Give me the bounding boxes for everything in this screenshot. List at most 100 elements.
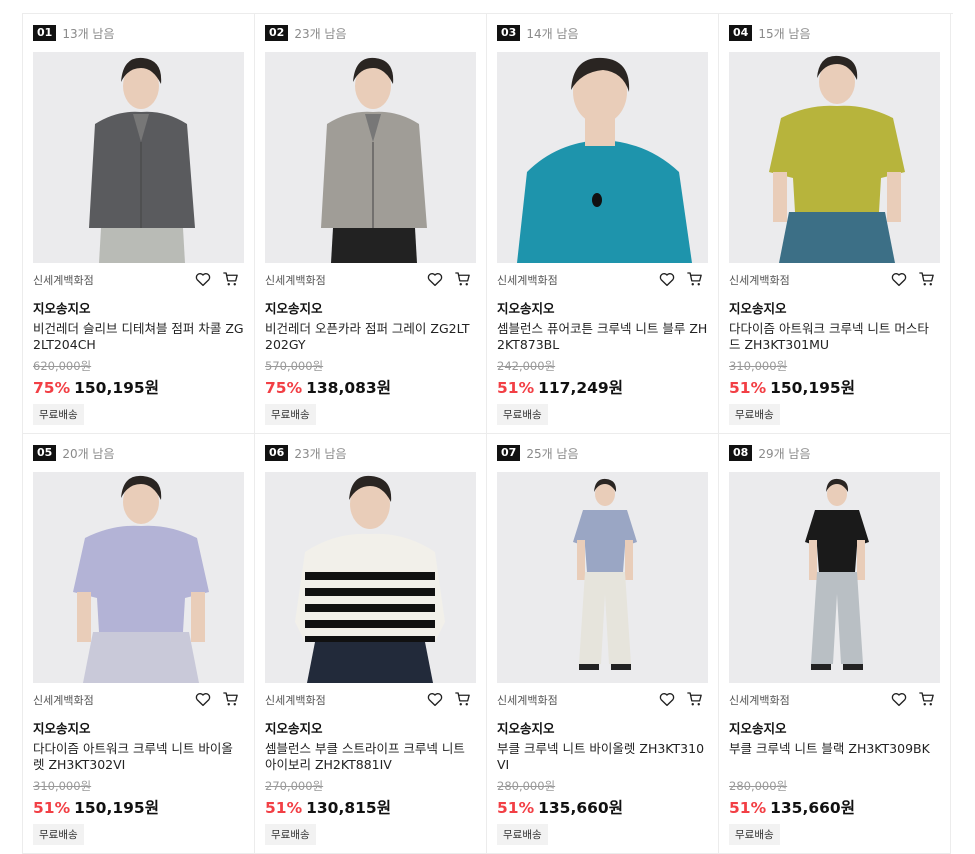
heart-icon[interactable] (890, 270, 908, 288)
product-actions (658, 270, 704, 288)
product-card-01[interactable]: 01 13개 남음 신세계백화점 지오송지오 비건레더 슬리브 디테쳐블 점퍼 … (23, 14, 255, 434)
product-name[interactable]: 다다이즘 아트워크 크루넥 니트 바이올렛 ZH3KT302VI (33, 741, 244, 773)
product-actions (890, 690, 936, 708)
brand-name: 지오송지오 (497, 301, 555, 316)
original-price: 620,000원 (33, 359, 92, 373)
heart-icon[interactable] (194, 690, 212, 708)
product-image[interactable] (33, 52, 244, 263)
product-actions (426, 690, 472, 708)
rank-row: 07 25개 남음 (497, 434, 708, 472)
product-image[interactable] (497, 52, 708, 263)
product-grid: 01 13개 남음 신세계백화점 지오송지오 비건레더 슬리브 디테쳐블 점퍼 … (22, 13, 953, 854)
product-image[interactable] (265, 52, 476, 263)
product-image[interactable] (729, 52, 940, 263)
discount-rate: 51% (497, 799, 535, 817)
product-meta: 신세계백화점 (729, 683, 940, 717)
original-price: 280,000원 (497, 779, 556, 793)
price-row: 51% 150,195원 (729, 376, 940, 398)
free-shipping-badge: 무료배송 (33, 404, 84, 425)
heart-icon[interactable] (658, 270, 676, 288)
sale-price: 150,195원 (770, 379, 855, 397)
stock-remaining: 13개 남음 (62, 26, 115, 41)
heart-icon[interactable] (426, 690, 444, 708)
stock-remaining: 20개 남음 (62, 446, 115, 461)
cart-icon[interactable] (222, 690, 240, 708)
sale-price: 135,660원 (538, 799, 623, 817)
cart-icon[interactable] (454, 270, 472, 288)
product-image[interactable] (497, 472, 708, 683)
product-name[interactable]: 비건레더 오픈카라 점퍼 그레이 ZG2LT202GY (265, 321, 476, 353)
product-card-04[interactable]: 04 15개 남음 신세계백화점 지오송지오 다다이즘 아트워크 크루넥 니트 … (719, 14, 951, 434)
stock-remaining: 15개 남음 (758, 26, 811, 41)
price-row: 51% 130,815원 (265, 796, 476, 818)
store-name: 신세계백화점 (729, 274, 790, 287)
price-row: 75% 138,083원 (265, 376, 476, 398)
store-name: 신세계백화점 (265, 694, 326, 707)
cart-icon[interactable] (686, 690, 704, 708)
price-row: 51% 135,660원 (497, 796, 708, 818)
product-meta: 신세계백화점 (497, 263, 708, 297)
rank-row: 04 15개 남음 (729, 14, 940, 52)
rank-badge: 05 (33, 445, 57, 461)
product-meta: 신세계백화점 (33, 683, 244, 717)
product-name[interactable]: 부클 크루넥 니트 바이올렛 ZH3KT310VI (497, 741, 708, 773)
heart-icon[interactable] (426, 270, 444, 288)
sale-price: 130,815원 (306, 799, 391, 817)
product-card-02[interactable]: 02 23개 남음 신세계백화점 지오송지오 비건레더 오픈카라 점퍼 그레이 … (255, 14, 487, 434)
rank-row: 03 14개 남음 (497, 14, 708, 52)
product-meta: 신세계백화점 (729, 263, 940, 297)
discount-rate: 51% (265, 799, 303, 817)
product-actions (658, 690, 704, 708)
original-price: 570,000원 (265, 359, 324, 373)
product-card-06[interactable]: 06 23개 남음 신세계백화점 지오송지오 셈블런스 부클 스트라이프 크루넥 (255, 434, 487, 854)
brand-name: 지오송지오 (497, 721, 555, 736)
product-name[interactable]: 비건레더 슬리브 디테쳐블 점퍼 차콜 ZG2LT204CH (33, 321, 244, 353)
free-shipping-badge: 무료배송 (265, 404, 316, 425)
product-name[interactable]: 다다이즘 아트워크 크루넥 니트 머스타드 ZH3KT301MU (729, 321, 940, 353)
sale-price: 117,249원 (538, 379, 623, 397)
cart-icon[interactable] (454, 690, 472, 708)
product-name[interactable]: 셈블런스 부클 스트라이프 크루넥 니트 아이보리 ZH2KT881IV (265, 741, 476, 773)
product-image[interactable] (33, 472, 244, 683)
brand-name: 지오송지오 (33, 721, 91, 736)
discount-rate: 51% (497, 379, 535, 397)
brand-name: 지오송지오 (33, 301, 91, 316)
product-card-08[interactable]: 08 29개 남음 신세계백화점 지오송지오 부클 크루넥 니트 블랙 ZH3K… (719, 434, 951, 854)
heart-icon[interactable] (658, 690, 676, 708)
product-actions (194, 270, 240, 288)
stock-remaining: 23개 남음 (294, 446, 347, 461)
product-meta: 신세계백화점 (265, 683, 476, 717)
price-row: 51% 117,249원 (497, 376, 708, 398)
rank-badge: 08 (729, 445, 753, 461)
cart-icon[interactable] (918, 690, 936, 708)
product-card-05[interactable]: 05 20개 남음 신세계백화점 지오송지오 다다이즘 아트워크 크루넥 니트 … (23, 434, 255, 854)
rank-row: 01 13개 남음 (33, 14, 244, 52)
price-row: 51% 150,195원 (33, 796, 244, 818)
cart-icon[interactable] (222, 270, 240, 288)
product-meta: 신세계백화점 (265, 263, 476, 297)
heart-icon[interactable] (194, 270, 212, 288)
product-card-07[interactable]: 07 25개 남음 신세계백화점 지오송지오 부클 크루넥 니트 바이올렛 ZH… (487, 434, 719, 854)
rank-row: 08 29개 남음 (729, 434, 940, 472)
rank-badge: 01 (33, 25, 57, 41)
product-card-03[interactable]: 03 14개 남음 신세계백화점 지오송지오 셈블런스 퓨어코튼 크루넥 니트 … (487, 14, 719, 434)
discount-rate: 75% (33, 379, 71, 397)
cart-icon[interactable] (686, 270, 704, 288)
sale-price: 150,195원 (74, 379, 159, 397)
store-name: 신세계백화점 (497, 694, 558, 707)
price-row: 75% 150,195원 (33, 376, 244, 398)
store-name: 신세계백화점 (497, 274, 558, 287)
brand-name: 지오송지오 (265, 721, 323, 736)
store-name: 신세계백화점 (729, 694, 790, 707)
heart-icon[interactable] (890, 690, 908, 708)
store-name: 신세계백화점 (33, 694, 94, 707)
product-image[interactable] (729, 472, 940, 683)
brand-name: 지오송지오 (265, 301, 323, 316)
product-name[interactable]: 부클 크루넥 니트 블랙 ZH3KT309BK (729, 741, 940, 773)
cart-icon[interactable] (918, 270, 936, 288)
rank-badge: 07 (497, 445, 521, 461)
price-row: 51% 135,660원 (729, 796, 940, 818)
product-image[interactable] (265, 472, 476, 683)
product-name[interactable]: 셈블런스 퓨어코튼 크루넥 니트 블루 ZH2KT873BL (497, 321, 708, 353)
original-price: 280,000원 (729, 779, 788, 793)
